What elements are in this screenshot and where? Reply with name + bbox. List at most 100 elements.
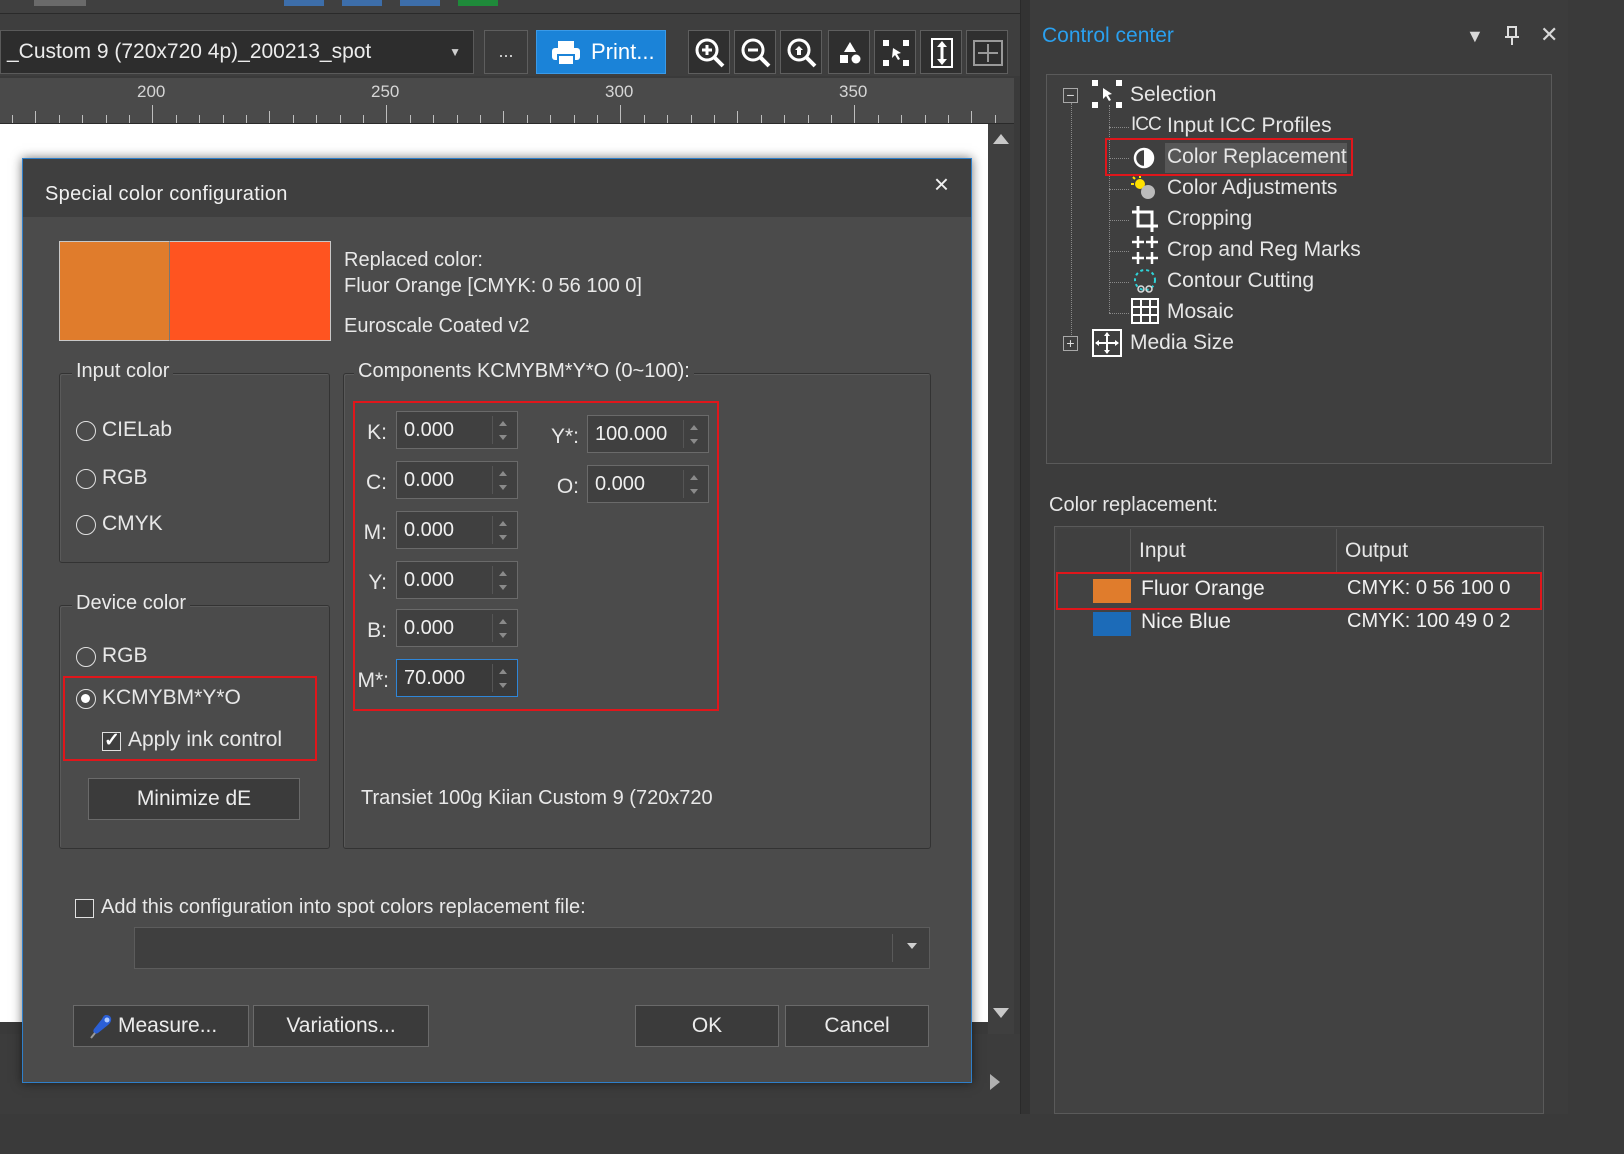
zoom-out-button[interactable] [734,30,776,74]
zoom-fit-button[interactable] [780,30,822,74]
radio-button[interactable] [76,515,96,535]
ruler-tick [620,105,621,123]
minimize-de-button[interactable]: Minimize dE [88,778,300,820]
vertical-scrollbar[interactable] [988,124,1014,1034]
panel-close-icon[interactable]: ✕ [1540,22,1558,48]
toolbar-button-fragment[interactable] [284,0,324,6]
pin-icon[interactable] [1504,26,1520,51]
panel-menu-chevron-icon[interactable]: ▼ [1466,26,1484,47]
radio-button[interactable] [76,647,96,667]
printer-icon [551,39,581,81]
print-button-label: Print... [591,39,655,64]
printer-profile-dropdown[interactable]: _Custom 9 (720x720 4p)_200213_spot ▼ [0,30,474,74]
ruler-tick [574,115,575,123]
ruler-tick [152,105,153,123]
spot-file-dropdown[interactable] [134,927,930,969]
toolbar-button-fragment[interactable] [400,0,440,6]
ruler-tick [340,115,341,123]
radio-button[interactable] [76,421,96,441]
ruler-tick [878,115,879,123]
table-header-blank [1057,529,1131,573]
zoom-in-button[interactable] [688,30,730,74]
radio-button[interactable] [76,469,96,489]
more-options-button[interactable]: ... [484,30,528,74]
ruler-tick [808,115,809,123]
cancel-button[interactable]: Cancel [785,1005,929,1047]
new-color-swatch [169,241,331,341]
ruler-tick [433,115,434,123]
horizontal-ruler: 200 250 300 350 [0,78,1014,124]
ruler-tick [223,115,224,123]
add-config-label: Add this configuration into spot colors … [101,896,586,918]
highlight-box [1056,572,1542,610]
highlight-box [1105,138,1353,176]
tree-item-crop-and-reg-marks[interactable]: Crop and Reg Marks [1167,238,1361,262]
selection-icon [1091,79,1123,114]
table-header-input[interactable]: Input [1131,529,1337,573]
replaced-color-swatch [59,241,169,341]
add-config-checkbox[interactable] [75,899,94,918]
collapse-icon[interactable]: − [1063,88,1078,103]
zoom-in-icon [695,38,725,68]
chevron-down-icon [907,943,917,949]
ruler-tick [831,115,832,123]
fit-height-icon [931,38,953,68]
contour-cutting-icon [1131,267,1159,300]
ruler-tick [901,115,902,123]
ruler-tick [35,111,36,123]
ruler-tick [269,111,270,123]
table-row[interactable]: Nice Blue CMYK: 100 49 0 2 [1055,608,1543,640]
ruler-tick [971,111,972,123]
expand-icon[interactable]: + [1063,336,1078,351]
replaced-color-value: Fluor Orange [CMYK: 0 56 100 0] [344,275,642,297]
measure-button[interactable]: Measure... [73,1005,249,1047]
tree-item-media-size[interactable]: Media Size [1130,331,1234,355]
reg-marks-icon [1131,236,1159,269]
shapes-tool-button[interactable] [828,30,870,74]
zoom-out-icon [741,38,771,68]
tree-item-color-adjustments[interactable]: Color Adjustments [1167,176,1337,200]
menu-tab-fragment[interactable] [34,0,86,6]
ruler-tick [691,115,692,123]
variations-button[interactable]: Variations... [253,1005,429,1047]
scroll-down-arrow-icon[interactable] [993,1008,1009,1018]
device-profile-footer: Transiet 100g Kiian Custom 9 (720x720 [361,787,713,809]
print-button[interactable]: Print... [536,30,666,74]
tree-item-contour-cutting[interactable]: Contour Cutting [1167,269,1314,293]
icc-profile-icon: ICC [1131,114,1162,135]
ruler-tick [129,115,130,123]
toolbar-button-fragment[interactable] [458,0,498,6]
dialog-titlebar[interactable]: Special color configuration × [23,159,971,217]
fit-page-button[interactable] [966,30,1008,74]
control-center-title: Control center [1042,24,1174,47]
ruler-label: 200 [137,82,166,101]
profile-name: Euroscale Coated v2 [344,315,530,337]
ok-button[interactable]: OK [635,1005,779,1047]
highlight-box [353,401,719,711]
ruler-tick [246,115,247,123]
ruler-tick [363,115,364,123]
fit-height-button[interactable] [920,30,962,74]
ruler-tick [527,115,528,123]
control-center-panel: Control center ▼ ✕ − Selection ICC Input… [1030,0,1568,1114]
ruler-tick [503,111,504,123]
toolbar-button-fragment[interactable] [342,0,382,6]
panel-splitter[interactable] [1020,0,1030,1114]
selection-tool-button[interactable] [874,30,916,74]
tree-item-cropping[interactable]: Cropping [1167,207,1252,231]
radio-label: CMYK [102,512,163,535]
measure-button-label: Measure... [118,1014,218,1037]
ruler-tick [948,115,949,123]
close-icon[interactable]: × [934,169,949,200]
ruler-tick [737,111,738,123]
tree-item-input-icc-profiles[interactable]: Input ICC Profiles [1167,114,1332,138]
ruler-tick [410,115,411,123]
table-header-output[interactable]: Output [1337,529,1541,573]
tree-item-selection[interactable]: Selection [1130,83,1216,107]
scroll-up-arrow-icon[interactable] [993,134,1009,144]
ruler-tick [316,115,317,123]
media-size-icon [1091,328,1123,363]
scroll-right-arrow-icon[interactable] [990,1074,1000,1090]
tree-item-mosaic[interactable]: Mosaic [1167,300,1234,324]
mosaic-icon [1131,298,1159,329]
